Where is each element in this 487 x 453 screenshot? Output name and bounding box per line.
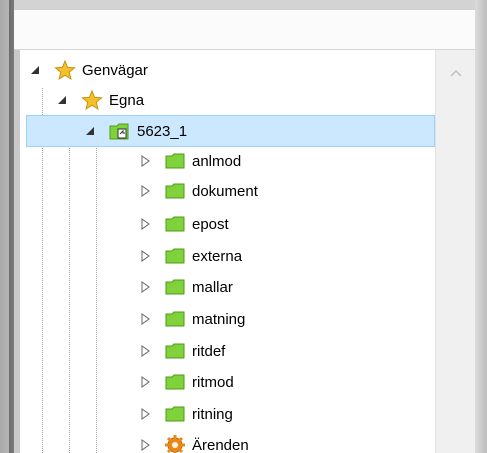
expanded-toggle-icon[interactable] xyxy=(55,93,69,107)
expanded-toggle-icon[interactable] xyxy=(28,63,42,77)
window-frame-right xyxy=(475,0,487,453)
collapsed-toggle-icon[interactable] xyxy=(138,312,152,326)
tree-node-ritmod[interactable]: ritmod xyxy=(138,366,428,398)
collapsed-toggle-icon[interactable] xyxy=(138,217,152,231)
tree-guide-line xyxy=(69,118,70,453)
window-frame-left xyxy=(0,0,14,453)
tree-guide-line xyxy=(96,148,97,453)
tree-node-mallar[interactable]: mallar xyxy=(138,271,428,303)
gear-icon xyxy=(165,435,185,453)
tree-node-label: ritmod xyxy=(192,373,234,391)
project-icon xyxy=(109,123,129,140)
star-icon xyxy=(54,60,76,80)
collapsed-toggle-icon[interactable] xyxy=(138,280,152,294)
collapsed-toggle-icon[interactable] xyxy=(138,184,152,198)
tree-node-label: matning xyxy=(192,310,246,328)
folder-icon xyxy=(165,183,185,199)
star-icon xyxy=(81,90,103,110)
tree-node-genvagar[interactable]: Genvägar xyxy=(28,54,428,86)
tree-node-ritdef[interactable]: ritdef xyxy=(138,335,428,367)
tree-node-matning[interactable]: matning xyxy=(138,303,428,335)
tree-node-label: ritning xyxy=(192,405,233,423)
tree-node-ritning[interactable]: ritning xyxy=(138,398,428,430)
collapsed-toggle-icon[interactable] xyxy=(138,249,152,263)
tree-node-epost[interactable]: epost xyxy=(138,208,428,240)
tree-node-label: 5623_1 xyxy=(137,122,188,140)
folder-icon xyxy=(165,406,185,422)
window-frame-top xyxy=(14,0,487,10)
tree-node-arenden[interactable]: Ärenden xyxy=(138,429,428,453)
tree-node-label: Egna xyxy=(109,91,145,109)
tree-node-label: dokument xyxy=(192,182,258,200)
tree-node-externa[interactable]: externa xyxy=(138,240,428,272)
folder-icon xyxy=(165,343,185,359)
tree-node-dokument[interactable]: dokument xyxy=(138,175,428,207)
expanded-toggle-icon[interactable] xyxy=(83,124,97,138)
collapsed-toggle-icon[interactable] xyxy=(138,407,152,421)
tree-node-label: mallar xyxy=(192,278,233,296)
tree-node-anlmod[interactable]: anlmod xyxy=(138,145,428,177)
folder-icon xyxy=(165,374,185,390)
tree-node-label: anlmod xyxy=(192,152,242,170)
collapsed-toggle-icon[interactable] xyxy=(138,438,152,452)
toolbar-strip xyxy=(14,10,475,50)
tree-node-egna[interactable]: Egna xyxy=(55,84,425,116)
folder-icon xyxy=(165,279,185,295)
tree-node-label: epost xyxy=(192,215,229,233)
folder-icon xyxy=(165,248,185,264)
tree-node-5623-1[interactable]: 5623_1 xyxy=(26,115,435,147)
tree-node-label: Ärenden xyxy=(192,436,249,453)
folder-icon xyxy=(165,216,185,232)
folder-icon xyxy=(165,311,185,327)
collapsed-toggle-icon[interactable] xyxy=(138,344,152,358)
tree-panel: Genvägar Egna 5623_1 anlmod dokument epo… xyxy=(20,50,435,453)
folder-icon xyxy=(165,153,185,169)
tree-node-label: externa xyxy=(192,247,243,265)
collapsed-toggle-icon[interactable] xyxy=(138,375,152,389)
tree-node-label: ritdef xyxy=(192,342,226,360)
collapsed-toggle-icon[interactable] xyxy=(138,154,152,168)
tree-node-label: Genvägar xyxy=(82,61,148,79)
vertical-scrollbar[interactable] xyxy=(435,50,476,453)
chevron-up-icon[interactable] xyxy=(450,68,462,80)
